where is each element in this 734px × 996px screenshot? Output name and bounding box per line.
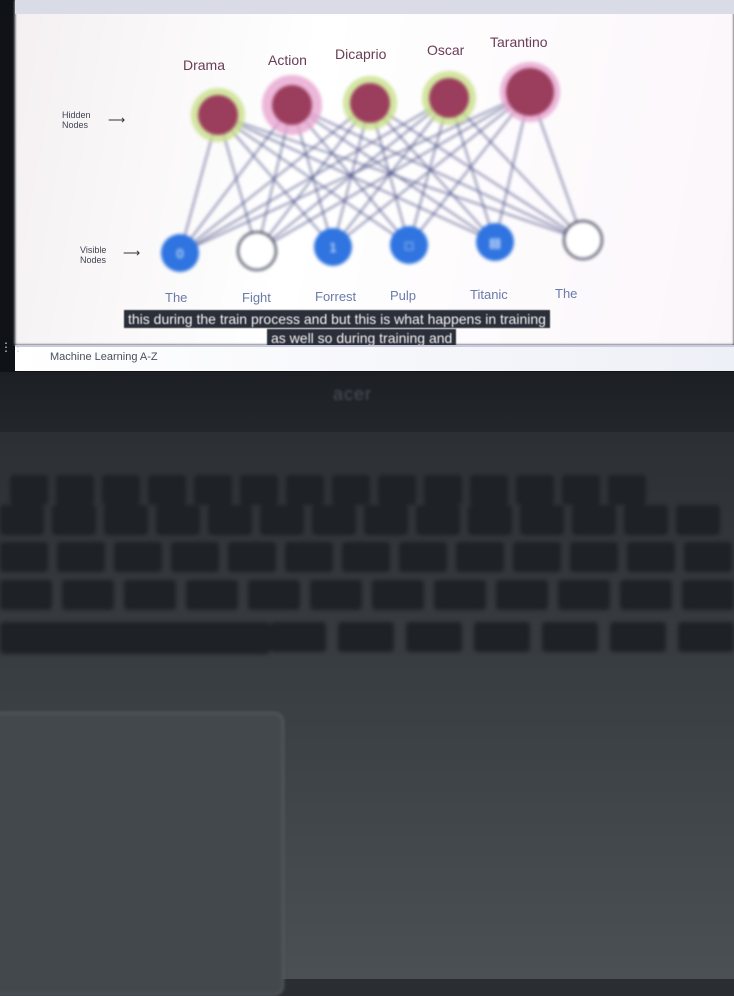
keyboard-key[interactable] bbox=[424, 475, 462, 505]
visible-nodes: 0 1 □ ▤ bbox=[161, 220, 603, 272]
keyboard-key[interactable] bbox=[171, 542, 219, 572]
keyboard-key[interactable] bbox=[470, 475, 508, 505]
keyboard-key[interactable] bbox=[104, 505, 148, 535]
keyboard-key[interactable] bbox=[678, 622, 734, 652]
hidden-arrow-icon: ⟶ bbox=[108, 113, 126, 127]
keyboard-key[interactable] bbox=[312, 505, 356, 535]
keyboard-key[interactable] bbox=[240, 475, 278, 505]
spacebar-key[interactable] bbox=[0, 622, 270, 654]
keyboard-key[interactable] bbox=[520, 505, 564, 535]
keyboard-key[interactable] bbox=[194, 475, 232, 505]
visible-node-label: Fight bbox=[242, 290, 271, 305]
keyboard-key[interactable] bbox=[285, 542, 333, 572]
visible-node-label: The bbox=[165, 290, 188, 305]
visible-node-value: 0 bbox=[176, 246, 183, 261]
hidden-node-label: Tarantino bbox=[490, 34, 548, 50]
keyboard-key[interactable] bbox=[562, 475, 600, 505]
touchpad[interactable] bbox=[0, 712, 284, 996]
grid-dots-icon[interactable]: ⋮⋮ bbox=[0, 340, 24, 354]
keyboard-key[interactable] bbox=[372, 580, 424, 610]
keyboard-key[interactable] bbox=[338, 622, 394, 652]
keyboard-key[interactable] bbox=[57, 542, 105, 572]
keyboard-key[interactable] bbox=[114, 542, 162, 572]
hidden-node-label: Action bbox=[268, 52, 307, 68]
keyboard-key[interactable] bbox=[620, 580, 672, 610]
keyboard-key[interactable] bbox=[0, 580, 52, 610]
visible-nodes-label: Visible Nodes bbox=[80, 245, 107, 265]
subtitle-line-1: this during the train process and but th… bbox=[124, 310, 550, 328]
keyboard-key[interactable] bbox=[102, 475, 140, 505]
keyboard-key[interactable] bbox=[260, 505, 304, 535]
hidden-node bbox=[429, 78, 469, 118]
keyboard-key[interactable] bbox=[542, 622, 598, 652]
hidden-node-label: Drama bbox=[183, 57, 226, 73]
keyboard-key[interactable] bbox=[474, 622, 530, 652]
hidden-node bbox=[272, 85, 312, 125]
visible-node-value: ▤ bbox=[489, 235, 501, 250]
keyboard-key[interactable] bbox=[684, 542, 732, 572]
visible-arrow-icon: ⟶ bbox=[123, 246, 141, 260]
hidden-node bbox=[350, 83, 390, 123]
hidden-node-label: Dicaprio bbox=[335, 46, 387, 62]
keyboard-key[interactable] bbox=[52, 505, 96, 535]
keyboard-key[interactable] bbox=[676, 505, 720, 535]
keyboard-key[interactable] bbox=[56, 475, 94, 505]
visible-node-value: 1 bbox=[329, 240, 336, 255]
keyboard-key[interactable] bbox=[558, 580, 610, 610]
keyboard-key[interactable] bbox=[310, 580, 362, 610]
hidden-node bbox=[198, 95, 238, 135]
keyboard-key[interactable] bbox=[286, 475, 324, 505]
visible-node-label: Forrest bbox=[315, 289, 357, 304]
visible-node-value: □ bbox=[405, 238, 413, 253]
keyboard-key[interactable] bbox=[572, 505, 616, 535]
keyboard-key[interactable] bbox=[342, 542, 390, 572]
hidden-node-label: Oscar bbox=[427, 42, 465, 58]
keyboard-key[interactable] bbox=[434, 580, 486, 610]
keyboard-key[interactable] bbox=[627, 542, 675, 572]
hidden-nodes-label: Hidden Nodes bbox=[62, 110, 91, 130]
keyboard-key[interactable] bbox=[10, 475, 48, 505]
keyboard-key[interactable] bbox=[270, 622, 326, 652]
visible-node-label: The bbox=[555, 286, 578, 301]
keyboard-key[interactable] bbox=[456, 542, 504, 572]
hidden-node bbox=[506, 68, 554, 116]
keyboard-key[interactable] bbox=[364, 505, 408, 535]
keyboard-key[interactable] bbox=[570, 542, 618, 572]
keyboard-key[interactable] bbox=[682, 580, 734, 610]
keyboard-key[interactable] bbox=[399, 542, 447, 572]
keyboard-key[interactable] bbox=[0, 505, 44, 535]
keyboard-key[interactable] bbox=[516, 475, 554, 505]
keyboard[interactable] bbox=[0, 460, 734, 710]
visible-node-label: Titanic bbox=[470, 287, 508, 302]
keyboard-key[interactable] bbox=[208, 505, 252, 535]
keyboard-key[interactable] bbox=[513, 542, 561, 572]
visible-node bbox=[237, 231, 277, 271]
keyboard-key[interactable] bbox=[624, 505, 668, 535]
keyboard-key[interactable] bbox=[610, 622, 666, 652]
keyboard-key[interactable] bbox=[468, 505, 512, 535]
keyboard-key[interactable] bbox=[378, 475, 416, 505]
keyboard-key[interactable] bbox=[416, 505, 460, 535]
keyboard-key[interactable] bbox=[62, 580, 114, 610]
visible-node-label: Pulp bbox=[390, 288, 417, 303]
keyboard-key[interactable] bbox=[608, 475, 646, 505]
keyboard-key[interactable] bbox=[186, 580, 238, 610]
network-edge bbox=[291, 104, 584, 241]
keyboard-key[interactable] bbox=[406, 622, 462, 652]
keyboard-key[interactable] bbox=[124, 580, 176, 610]
keyboard-key[interactable] bbox=[496, 580, 548, 610]
course-title: Machine Learning A-Z bbox=[50, 351, 158, 363]
keyboard-key[interactable] bbox=[0, 542, 48, 572]
keyboard-key[interactable] bbox=[228, 542, 276, 572]
keyboard-key[interactable] bbox=[148, 475, 186, 505]
brand-logo: acer bbox=[333, 384, 373, 404]
keyboard-key[interactable] bbox=[332, 475, 370, 505]
hidden-nodes bbox=[191, 62, 560, 142]
visible-node bbox=[563, 220, 603, 260]
keyboard-key[interactable] bbox=[156, 505, 200, 535]
keyboard-key[interactable] bbox=[248, 580, 300, 610]
